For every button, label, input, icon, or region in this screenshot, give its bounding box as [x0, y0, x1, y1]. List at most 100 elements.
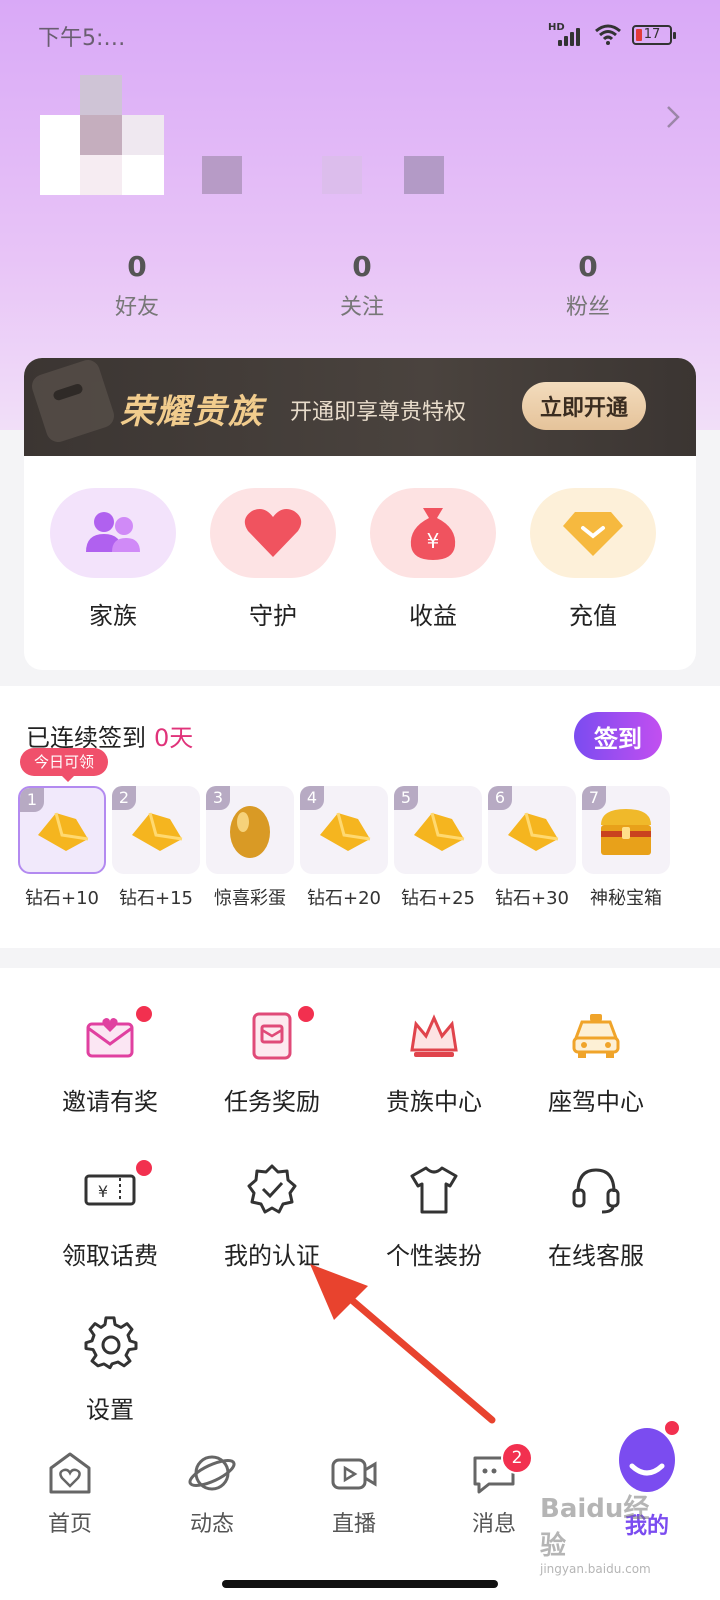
menu-label: 邀请有奖 — [62, 1088, 158, 1116]
crown-icon — [406, 1008, 462, 1064]
svg-text:¥: ¥ — [427, 529, 440, 553]
diamond-reward-icon — [414, 812, 465, 851]
menu-settings[interactable]: 设置 — [20, 1316, 200, 1425]
menu-label: 贵族中心 — [386, 1088, 482, 1116]
stat-following[interactable]: 0 关注 — [282, 250, 442, 321]
day-reward-label: 钻石+15 — [119, 888, 193, 909]
menu-tasks[interactable]: 任务奖励 — [182, 1006, 362, 1117]
watermark-text: Baidu经验 — [540, 1494, 650, 1561]
envelope-heart-icon — [82, 1006, 152, 1064]
stat-label: 好友 — [114, 295, 159, 320]
tab-messages[interactable]: 2 消息 — [444, 1442, 544, 1538]
vip-open-button[interactable]: 立即开通 — [522, 382, 646, 430]
day-number: 1 — [20, 788, 44, 812]
ticket-icon: ¥ — [82, 1160, 152, 1218]
vip-card: 荣耀贵族 开通即享尊贵特权 立即开通 家族 守护 ¥ 收益 充值 — [24, 358, 696, 670]
vip-subtitle: 开通即享尊贵特权 — [290, 400, 467, 425]
diamond-reward-icon — [320, 812, 371, 851]
day-reward-label: 钻石+20 — [307, 888, 381, 909]
status-time: 下午5:… — [38, 26, 126, 51]
today-available-tag: 今日可领 — [20, 748, 109, 782]
signin-day-5[interactable]: 5 钻石+25 — [394, 786, 482, 910]
vip-title: 荣耀贵族 — [120, 392, 264, 432]
menu-my-verification[interactable]: 我的认证 — [182, 1162, 362, 1271]
day-reward-label: 惊喜彩蛋 — [214, 888, 286, 909]
stat-value: 0 — [578, 250, 598, 283]
gear-icon — [82, 1316, 138, 1372]
signin-day-2[interactable]: 2 钻石+15 — [112, 786, 200, 910]
tab-label: 动态 — [189, 1512, 234, 1537]
mascot-icon[interactable] — [612, 1418, 682, 1498]
notification-dot — [136, 1160, 152, 1176]
signin-day-1[interactable]: 1 钻石+10 — [18, 786, 106, 910]
day-number: 6 — [488, 786, 512, 810]
menu-vehicle-center[interactable]: 座驾中心 — [506, 1008, 686, 1117]
tab-live[interactable]: 直播 — [304, 1448, 404, 1538]
menu-label: 任务奖励 — [224, 1088, 320, 1116]
quick-action-income[interactable]: ¥ 收益 — [368, 488, 498, 631]
menu-invite[interactable]: 邀请有奖 — [20, 1006, 200, 1117]
avatar[interactable] — [40, 75, 164, 199]
menu-noble-center[interactable]: 贵族中心 — [344, 1008, 524, 1117]
vip-banner[interactable]: 荣耀贵族 开通即享尊贵特权 立即开通 — [24, 358, 696, 456]
home-indicator — [222, 1580, 498, 1588]
nickname-mosaic[interactable] — [202, 156, 242, 194]
signin-day-3[interactable]: 3 惊喜彩蛋 — [206, 786, 294, 910]
menu-phone-credit[interactable]: ¥ 领取话费 — [20, 1160, 200, 1271]
feature-menu: 邀请有奖 任务奖励 贵族中心 座驾中心 ¥ 领取话费 我的认证 个性装扮 在线客… — [0, 968, 720, 1438]
stat-friends[interactable]: 0 好友 — [57, 250, 217, 321]
signin-day-6[interactable]: 6 钻石+30 — [488, 786, 576, 910]
verified-badge-icon — [244, 1162, 300, 1218]
menu-label: 我的认证 — [224, 1242, 320, 1270]
day-reward-label: 神秘宝箱 — [590, 888, 662, 909]
menu-label: 座驾中心 — [548, 1088, 644, 1116]
tab-moments[interactable]: 动态 — [162, 1448, 262, 1538]
watermark-url: jingyan.baidu.com — [540, 1562, 651, 1576]
menu-label: 在线客服 — [548, 1242, 644, 1270]
planet-icon — [187, 1448, 237, 1498]
day-reward-label: 钻石+10 — [25, 888, 99, 909]
day-number: 7 — [582, 786, 606, 810]
svg-text:¥: ¥ — [98, 1182, 108, 1201]
day-number: 3 — [206, 786, 230, 810]
treasure-chest-icon — [601, 809, 651, 855]
diamond-reward-icon — [508, 812, 559, 851]
tab-label: 首页 — [47, 1512, 92, 1537]
profile-stats: 0 好友 0 关注 0 粉丝 — [0, 250, 720, 330]
quick-action-guard[interactable]: 守护 — [208, 488, 338, 631]
nickname-mosaic — [404, 156, 444, 194]
day-reward-label: 钻石+30 — [495, 888, 569, 909]
baidu-watermark: Baidu经验 jingyan.baidu.com — [540, 1488, 670, 1576]
tab-home[interactable]: 首页 — [20, 1448, 120, 1538]
quick-action-label: 守护 — [249, 602, 297, 630]
heart-icon — [210, 488, 336, 578]
notification-dot — [136, 1006, 152, 1022]
headset-icon — [568, 1162, 624, 1218]
task-icon — [244, 1006, 314, 1064]
chevron-right-icon[interactable] — [664, 103, 682, 131]
stat-fans[interactable]: 0 粉丝 — [508, 250, 668, 321]
stat-label: 关注 — [339, 295, 384, 320]
tshirt-icon — [406, 1162, 462, 1218]
menu-dress-up[interactable]: 个性装扮 — [344, 1162, 524, 1271]
quick-action-family[interactable]: 家族 — [48, 488, 178, 631]
quick-action-recharge[interactable]: 充值 — [528, 488, 658, 631]
menu-label: 设置 — [86, 1396, 134, 1424]
menu-customer-service[interactable]: 在线客服 — [506, 1162, 686, 1271]
notification-dot — [298, 1006, 314, 1022]
nickname-mosaic — [322, 156, 362, 194]
signal-icon — [558, 26, 584, 46]
signin-day-7[interactable]: 7 神秘宝箱 — [582, 786, 670, 910]
quick-action-label: 收益 — [409, 602, 457, 630]
day-number: 2 — [112, 786, 136, 810]
signin-day-4[interactable]: 4 钻石+20 — [300, 786, 388, 910]
signin-section: 已连续签到 0天 签到 今日可领 1 钻石+10 2 钻石+15 3 惊喜彩蛋 4… — [0, 686, 720, 948]
video-icon — [329, 1448, 379, 1498]
menu-label: 领取话费 — [62, 1242, 158, 1270]
tab-label: 直播 — [331, 1512, 376, 1537]
stat-value: 0 — [352, 250, 372, 283]
diamond-reward-icon — [38, 812, 89, 851]
signin-button[interactable]: 签到 — [574, 712, 662, 760]
golden-egg-icon — [230, 806, 270, 858]
stat-value: 0 — [127, 250, 147, 283]
